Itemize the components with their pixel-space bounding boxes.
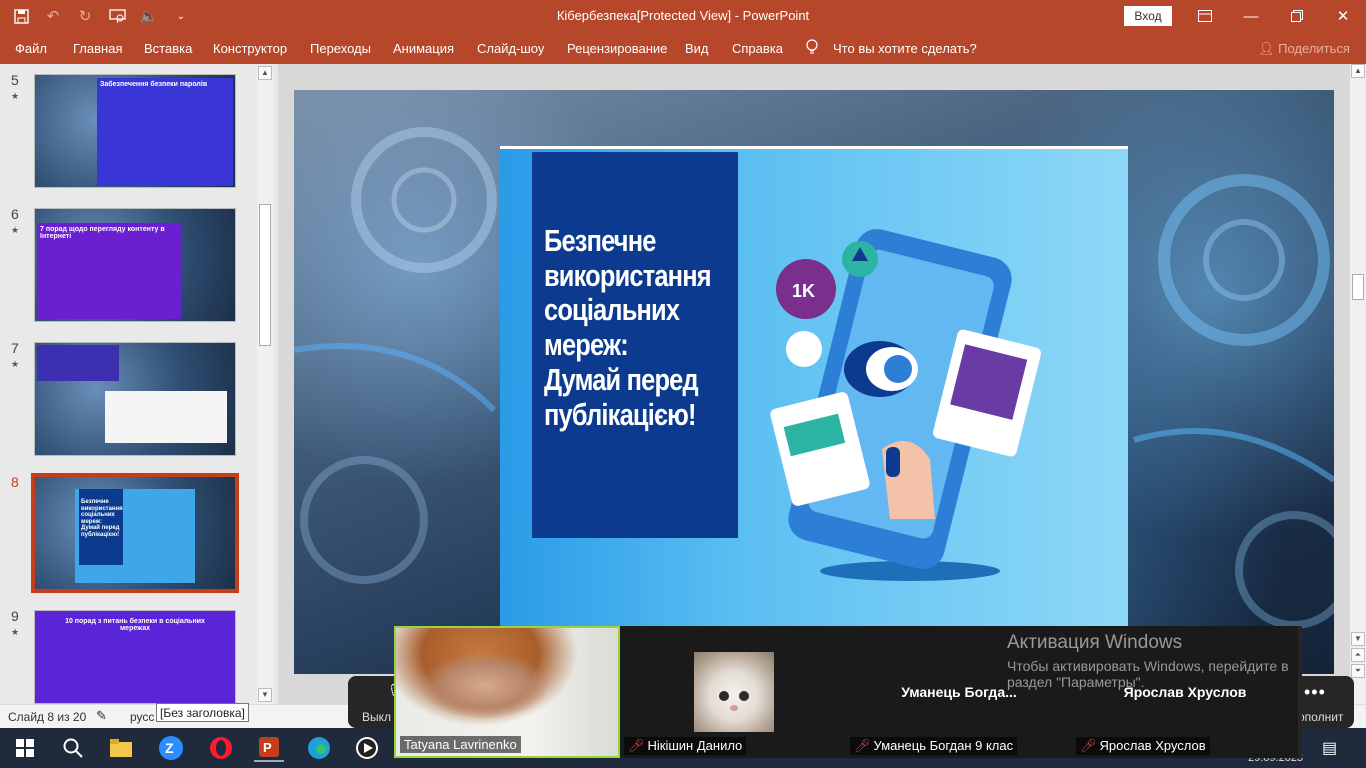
slide-thumbnail-7[interactable] [34, 342, 236, 456]
thumb-image [105, 391, 227, 443]
scroll-up-icon[interactable]: ▲ [258, 66, 272, 80]
participant-video-tile[interactable]: 🎤︎ Нікішин Данило [620, 626, 846, 758]
content-box[interactable]: Безпечне використання соціальних мереж: … [500, 146, 1128, 646]
kitten-avatar [694, 652, 774, 732]
svg-text:P: P [263, 740, 272, 755]
tab-file[interactable]: Файл [15, 41, 47, 56]
slide-number: 9 [11, 608, 19, 624]
participant-name: Tatyana Lavrinenko [400, 736, 521, 753]
tab-home[interactable]: Главная [73, 41, 122, 56]
tab-insert[interactable]: Вставка [144, 41, 192, 56]
share-label: Поделиться [1278, 41, 1350, 56]
thumb-banner: Забезпечення безпеки паролів [97, 78, 233, 186]
thumb-image [37, 345, 119, 381]
animation-star-icon: ★ [11, 627, 20, 637]
tab-help[interactable]: Справка [732, 41, 783, 56]
slide-counter: Слайд 8 из 20 [8, 710, 87, 724]
participant-name: Ярослав Хруслов [1099, 738, 1206, 753]
ribbon-tabs: Файл Главная Вставка Конструктор Переход… [0, 32, 1366, 64]
participant-name: Нікішин Данило [647, 738, 743, 753]
powerpoint-icon[interactable]: P [254, 734, 284, 762]
tab-transitions[interactable]: Переходы [310, 41, 371, 56]
muted-mic-icon: 🎤︎ [628, 738, 645, 753]
slide-thumbnail-5[interactable]: Забезпечення безпеки паролів [34, 74, 236, 188]
svg-text:Z: Z [165, 740, 174, 756]
mute-button-label[interactable]: Выкл [362, 710, 391, 724]
thumb-content-box: Безпечне використання соціальних мереж: … [75, 489, 195, 583]
scroll-thumb[interactable] [259, 204, 271, 346]
language-indicator[interactable]: русс [130, 710, 154, 724]
activation-text: Чтобы активировать Windows, перейдите в [1007, 658, 1289, 674]
participant-name: Уманець Богдан 9 клас [873, 738, 1014, 753]
tooltip: [Без заголовка] [156, 703, 249, 722]
thumb-banner: 10 порад з питань безпеки в соціальних м… [65, 618, 205, 632]
file-explorer-icon[interactable] [106, 734, 136, 762]
more-options-icon[interactable]: ••• [1304, 682, 1326, 703]
tab-animations[interactable]: Анимация [393, 41, 454, 56]
close-icon[interactable]: ✕ [1320, 0, 1366, 32]
title-bar: ↶ ↻ 🔈 ⌄ Кібербезпека[Protected View] - P… [0, 0, 1366, 32]
windows-start-icon[interactable] [10, 734, 40, 762]
media-player-icon[interactable] [352, 734, 382, 762]
slide-editor: Безпечне використання соціальних мереж: … [278, 64, 1350, 704]
slide-title[interactable]: Безпечне використання соціальних мереж: … [544, 223, 712, 432]
prev-slide-icon[interactable]: ⏶ [1351, 648, 1365, 662]
title-panel: Безпечне використання соціальних мереж: … [532, 152, 738, 538]
tab-review[interactable]: Рецензирование [567, 41, 667, 56]
slide-number: 8 [11, 474, 19, 490]
person-icon: 👤︎ [1258, 41, 1275, 56]
slide-thumbnail-8[interactable]: Безпечне використання соціальних мереж: … [31, 473, 239, 593]
current-slide[interactable]: Безпечне використання соціальних мереж: … [294, 90, 1334, 674]
tab-slideshow[interactable]: Слайд-шоу [477, 41, 544, 56]
social-media-phone-illustration: 1K [770, 229, 1041, 581]
notification-icon[interactable]: ▤ [1322, 738, 1337, 758]
slide-number: 7 [11, 340, 19, 356]
participant-name-tag: 🎤︎ Уманець Богдан 9 клас [850, 737, 1018, 755]
edge-icon[interactable] [304, 734, 334, 762]
scroll-thumb[interactable] [1352, 274, 1364, 300]
slide-thumbnail-6[interactable]: 7 порад щодо перегляду контенту в Інтерн… [34, 208, 236, 322]
thumbnail-scrollbar[interactable]: ▲ ▼ [257, 66, 273, 704]
next-slide-icon[interactable]: ⏷ [1351, 664, 1365, 678]
participant-video-tile[interactable]: Tatyana Lavrinenko [394, 626, 620, 758]
slide-number: 6 [11, 206, 19, 222]
scroll-down-icon[interactable]: ▼ [1351, 632, 1365, 646]
thumb-banner: 7 порад щодо перегляду контенту в Інтерн… [37, 223, 181, 319]
animation-star-icon: ★ [11, 225, 20, 235]
participant-name-tag: 🎤︎ Нікішин Данило [624, 737, 747, 755]
tab-design[interactable]: Конструктор [213, 41, 287, 56]
zoom-app-icon[interactable]: Z [156, 734, 186, 762]
muted-mic-icon: 🎤︎ [854, 738, 871, 753]
slide-number: 5 [11, 72, 19, 88]
restore-icon[interactable] [1274, 0, 1320, 32]
search-icon[interactable] [58, 734, 88, 762]
animation-star-icon: ★ [11, 91, 20, 101]
scroll-up-icon[interactable]: ▲ [1351, 64, 1365, 78]
muted-mic-icon: 🎤︎ [1080, 738, 1097, 753]
lightbulb-icon [806, 39, 818, 58]
ribbon-display-icon[interactable] [1182, 0, 1228, 32]
slide-thumbnail-9[interactable]: 10 порад з питань безпеки в соціальних м… [34, 610, 236, 704]
login-button[interactable]: Вход [1124, 6, 1172, 26]
slide-scrollbar[interactable]: ▲ ▼ ⏶ ⏷ [1350, 64, 1366, 704]
opera-icon[interactable] [206, 734, 236, 762]
spellcheck-icon[interactable]: ✎ [96, 708, 107, 724]
scroll-down-icon[interactable]: ▼ [258, 688, 272, 702]
activation-text: раздел "Параметры". [1007, 674, 1145, 690]
participant-name-tag: 🎤︎ Ярослав Хруслов [1076, 737, 1210, 755]
minimize-icon[interactable]: — [1228, 0, 1274, 32]
animation-star-icon: ★ [11, 359, 20, 369]
activation-title: Активация Windows [1007, 632, 1183, 653]
tell-me-search[interactable]: Что вы хотите сделать? [833, 41, 977, 56]
more-options-label[interactable]: ополнит [1298, 710, 1343, 724]
share-button[interactable]: 👤︎ Поделиться [1258, 41, 1350, 57]
windows-activation-watermark: Активация Windows Чтобы активировать Win… [1007, 632, 1289, 690]
thumb-banner: Безпечне використання соціальних мереж: … [79, 489, 123, 565]
tab-view[interactable]: Вид [685, 41, 709, 56]
slide-thumbnail-pane: 5 ★ Забезпечення безпеки паролів 6 ★ 7 п… [0, 64, 276, 704]
likes-badge: 1K [792, 281, 815, 301]
